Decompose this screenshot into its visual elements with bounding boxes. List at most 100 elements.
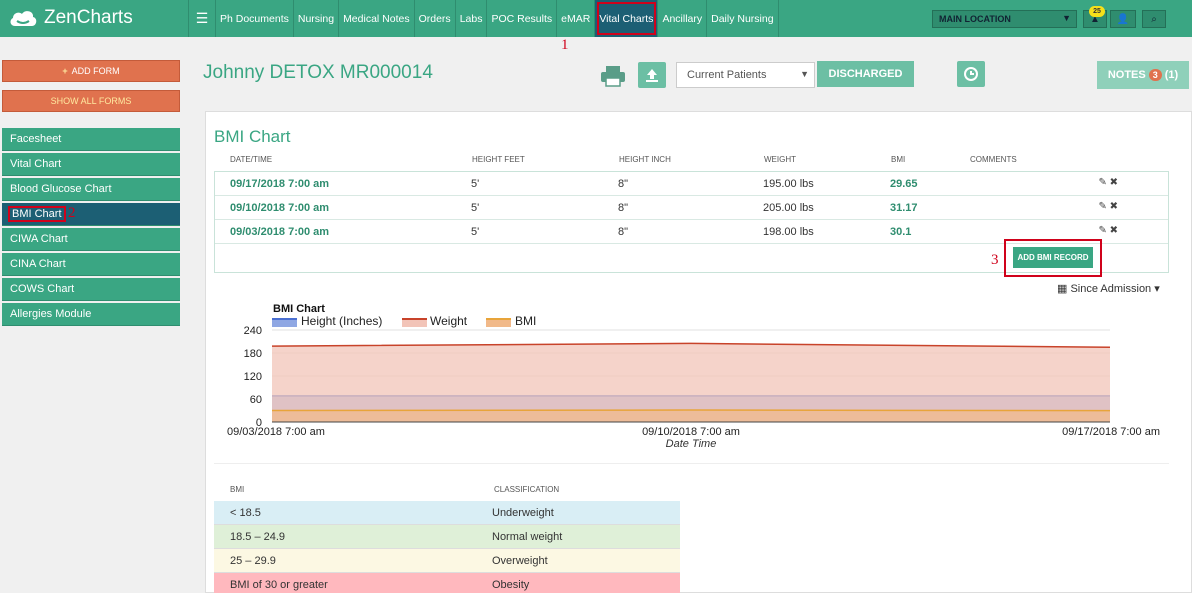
legend-label: Weight	[430, 314, 468, 328]
classification-table: < 18.5 Underweight 18.5 – 24.9 Normal weig…	[214, 501, 680, 593]
history-button[interactable]	[957, 61, 985, 87]
legend-swatch	[272, 319, 297, 327]
edit-icon[interactable]: ✎	[1098, 177, 1106, 188]
bmi-chart: 06012018024009/03/2018 7:00 am 09/10/2018…	[227, 303, 1160, 450]
calendar-icon: ▦	[1057, 283, 1068, 295]
legend-label: Height (Inches)	[301, 314, 382, 328]
nav-labs[interactable]: Labs	[456, 0, 488, 37]
search-icon: ⌕	[1151, 13, 1157, 25]
sidebar-item-facesheet[interactable]: Facesheet	[2, 128, 180, 151]
record-feet: 5'	[471, 202, 480, 214]
sidebar-item-label: BMI Chart	[8, 206, 66, 222]
user-icon: 👤	[1116, 13, 1130, 25]
user-admin-button[interactable]: 👤	[1110, 10, 1136, 28]
add-form-button[interactable]: + ADD FORM	[2, 60, 180, 82]
bmi-class: Obesity	[492, 579, 530, 591]
sidebar-item-cina-chart[interactable]: CINA Chart	[2, 253, 180, 276]
record-date: 09/10/2018 7:00 am	[230, 202, 330, 214]
bmi-class: Overweight	[492, 555, 548, 567]
date-range-dropdown[interactable]: ▦ Since Admission ▾	[1057, 282, 1160, 295]
legend-swatch	[486, 319, 511, 327]
patient-filter-select[interactable]: Current Patients ▼	[676, 62, 815, 88]
edit-icon[interactable]: ✎	[1098, 201, 1106, 212]
column-header-comments: COMMENTS	[970, 155, 1017, 164]
column-header-datetime: DATE/TIME	[230, 155, 273, 164]
sidebar-item-allergies-module[interactable]: Allergies Module	[2, 303, 180, 326]
x-tick-label: 09/17/2018 7:00 am	[1062, 426, 1160, 438]
table-row: 25 – 29.9 Overweight	[214, 549, 680, 573]
nav-nursing[interactable]: Nursing	[294, 0, 340, 37]
location-select[interactable]: MAIN LOCATION ▼	[932, 10, 1077, 28]
sidebar-item-blood-glucose-chart[interactable]: Blood Glucose Chart	[2, 178, 180, 201]
series-line-2	[271, 409, 1111, 412]
add-form-label: ADD FORM	[71, 66, 120, 76]
nav-emar[interactable]: eMAR	[557, 0, 596, 37]
patient-title: Johnny DETOX MR000014	[203, 62, 433, 83]
sidebar-item-bmi-chart[interactable]: BMI Chart	[2, 203, 180, 226]
annotation-3: 3	[991, 252, 999, 268]
search-button[interactable]: ⌕	[1142, 10, 1166, 28]
bmi-range: 25 – 29.9	[230, 555, 276, 567]
record-weight: 205.00 lbs	[763, 202, 814, 214]
column-header-classification: CLASSIFICATION	[494, 485, 560, 494]
legend-label: BMI	[515, 314, 536, 328]
delete-icon[interactable]: ✖	[1110, 201, 1118, 212]
patient-filter-value: Current Patients	[687, 69, 767, 81]
notes-button[interactable]: NOTES 3 (1)	[1097, 61, 1189, 89]
series-area-2	[272, 410, 1110, 422]
show-all-forms-button[interactable]: SHOW ALL FORMS	[2, 90, 180, 112]
top-bar: ZenCharts ☰ Ph Documents Nursing Medical…	[0, 0, 1192, 37]
record-weight: 198.00 lbs	[763, 226, 814, 238]
notes-badge: 3	[1148, 69, 1162, 81]
y-tick-label: 240	[244, 325, 262, 337]
location-label: MAIN LOCATION	[939, 14, 1011, 24]
x-tick-label: 09/03/2018 7:00 am	[227, 426, 325, 438]
discharged-button[interactable]: DISCHARGED	[817, 61, 914, 87]
y-tick-label: 180	[244, 348, 262, 360]
record-bmi: 29.65	[890, 178, 918, 190]
nav-daily-nursing[interactable]: Daily Nursing	[707, 0, 779, 37]
annotation-1: 1	[561, 37, 569, 53]
record-bmi: 30.1	[890, 226, 912, 238]
delete-icon[interactable]: ✖	[1110, 225, 1118, 236]
nav-vital-charts[interactable]: Vital Charts	[595, 0, 659, 37]
column-header-height-inch: HEIGHT INCH	[619, 155, 671, 164]
edit-icon[interactable]: ✎	[1098, 225, 1106, 236]
chevron-down-icon: ▼	[1062, 13, 1071, 23]
print-icon[interactable]	[600, 65, 626, 87]
menu-icon[interactable]: ☰	[188, 0, 216, 37]
x-axis-label: Date Time	[666, 438, 717, 450]
record-inch: 8"	[618, 226, 629, 238]
chevron-down-icon: ▼	[800, 69, 809, 79]
table-row: BMI of 30 or greater Obesity	[214, 573, 680, 593]
logo[interactable]: ZenCharts	[8, 6, 133, 30]
legend-swatch	[402, 319, 427, 327]
record-bmi: 31.17	[890, 202, 918, 214]
sidebar-item-ciwa-chart[interactable]: CIWA Chart	[2, 228, 180, 251]
column-header-bmi: BMI	[891, 155, 906, 164]
x-tick-label: 09/10/2018 7:00 am	[642, 426, 740, 438]
nav-ancillary[interactable]: Ancillary	[658, 0, 708, 37]
main-nav: ☰ Ph Documents Nursing Medical Notes Ord…	[188, 0, 779, 37]
record-inch: 8"	[618, 202, 629, 214]
delete-icon[interactable]: ✖	[1110, 177, 1118, 188]
y-tick-label: 60	[250, 394, 262, 406]
bmi-range: BMI of 30 or greater	[230, 579, 328, 591]
bmi-range: < 18.5	[230, 507, 261, 519]
nav-ph-documents[interactable]: Ph Documents	[216, 0, 294, 37]
add-bmi-record-button[interactable]: ADD BMI RECORD	[1013, 247, 1093, 268]
nav-poc-results[interactable]: POC Results	[487, 0, 558, 37]
record-date: 09/03/2018 7:00 am	[230, 226, 330, 238]
sidebar-item-cows-chart[interactable]: COWS Chart	[2, 278, 180, 301]
column-header-bmi-range: BMI	[230, 485, 245, 494]
bmi-title: BMI Chart	[214, 127, 291, 146]
table-row: 09/10/2018 7:00 am 5' 8" 205.00 lbs 31.1…	[215, 196, 1168, 220]
nav-medical-notes[interactable]: Medical Notes	[339, 0, 415, 37]
sidebar-item-vital-chart[interactable]: Vital Chart	[2, 153, 180, 176]
column-header-weight: WEIGHT	[764, 155, 796, 164]
notes-count: (1)	[1164, 69, 1179, 81]
notes-label: NOTES	[1107, 69, 1146, 81]
upload-button[interactable]	[638, 62, 666, 88]
nav-orders[interactable]: Orders	[415, 0, 456, 37]
history-icon	[964, 67, 978, 81]
